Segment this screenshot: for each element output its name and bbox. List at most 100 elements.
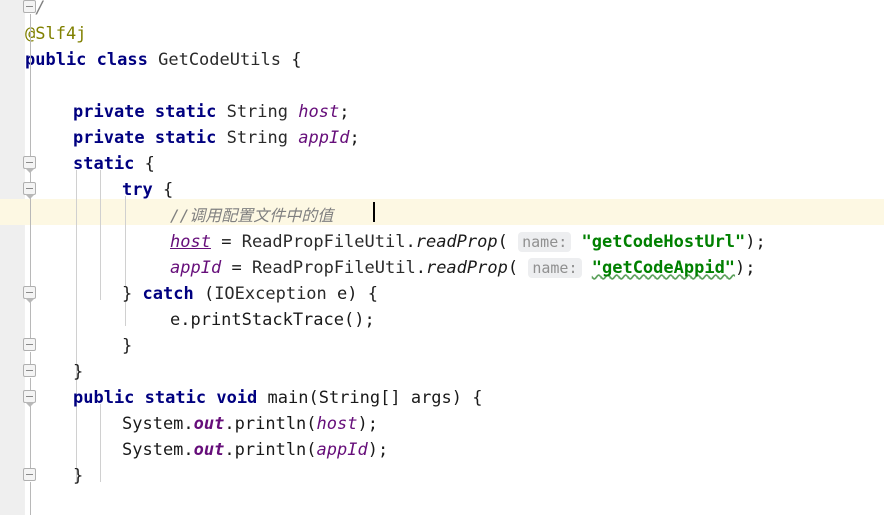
fold-box [23,338,36,351]
method-readprop: readProp [415,232,498,252]
fold-collapse-icon[interactable] [23,338,38,353]
paren-open: ( [507,258,519,278]
paren-close-semicolon: ); [367,440,389,460]
brace-close: } [73,362,84,382]
code-line[interactable]: System.out.println(appId); [122,437,388,463]
code-line[interactable]: } [122,333,132,359]
brace-open: { [162,180,174,200]
param-name-hint[interactable]: name: [528,258,582,278]
paren-open: ( [306,414,317,434]
dot: . [415,258,426,278]
code-line[interactable]: } [73,463,83,489]
fold-collapse-icon[interactable] [23,364,38,379]
code-line[interactable]: static { [73,151,155,177]
fold-collapse-icon[interactable] [23,286,38,303]
code-line[interactable]: e.printStackTrace(); [170,307,375,333]
indent-guide [100,404,101,482]
fold-box [23,156,36,169]
type-ioexception: IOException [214,284,327,304]
fold-box [23,468,36,481]
exception-var: e [337,284,348,304]
code-line[interactable]: @Slf4j [25,21,86,47]
brace-close: } [122,336,133,356]
keyword-try: try [122,180,153,200]
out-field: out [193,440,225,460]
fold-box [23,286,36,299]
code-line[interactable]: //调用配置文件中的值 [170,203,333,229]
brace-open: { [472,388,483,408]
indent-guide [125,196,126,286]
util-class-token: ReadPropFileUtil [241,232,406,252]
keyword-static: static [144,388,207,408]
field-host[interactable]: host [170,232,211,252]
code-line[interactable]: } [73,359,83,385]
fold-collapse-icon[interactable] [23,468,38,483]
code-line[interactable]: public static void main(String[] args) { [73,385,483,411]
dot: . [405,232,416,252]
util-class-token: ReadPropFileUtil [251,258,416,278]
keyword-public: public [25,50,87,70]
brace-open: { [144,154,155,174]
keyword-static: static [73,154,135,174]
println-method: println [234,440,307,460]
brace-close: } [73,466,84,486]
indent-guide [100,170,101,300]
text-caret [373,202,375,222]
keyword-void: void [216,388,258,408]
fold-box [23,0,36,13]
keyword-class: class [96,50,148,70]
paren-close-semicolon: ); [745,232,766,252]
fold-box [23,390,36,403]
string-host-url: "getCodeHostUrl" [581,232,746,252]
brace-close: } [122,284,133,304]
keyword-catch: catch [142,284,194,304]
code-editor[interactable]: */ @Slf4j public class GetCodeUtils { pr… [0,0,884,515]
paren-open: ( [306,440,317,460]
keyword-private: private [73,102,145,122]
code-line[interactable]: private static String host; [73,99,349,125]
method-readprop: readProp [425,258,508,278]
string-app-id: "getCodeAppid" [591,258,736,278]
keyword-public: public [73,388,135,408]
field-appid: appId [316,440,368,460]
brace-open: { [367,284,379,304]
code-line[interactable]: try { [122,177,173,203]
field-host: host [298,102,340,122]
fold-collapse-icon[interactable] [23,0,38,15]
fold-rail [30,300,31,340]
code-line[interactable]: public class GetCodeUtils { [25,47,301,73]
paren-close-semicolon: ); [735,258,756,278]
fold-collapse-icon[interactable] [23,182,38,199]
fold-rail [30,404,31,470]
code-line[interactable]: private static String appId; [73,125,360,151]
paren-close-semicolon: ); [357,414,378,434]
fold-rail [30,196,31,288]
semicolon: ; [339,102,350,122]
code-line[interactable]: host = ReadPropFileUtil.readProp( name: … [170,229,766,255]
code-line[interactable]: appId = ReadPropFileUtil.readProp( name:… [170,255,756,281]
chinese-comment-token: //调用配置文件中的值 [170,206,334,225]
main-method-signature: main(String[] args) [267,388,463,408]
field-appid: appId [298,128,350,148]
dot: . [224,414,235,434]
code-surface[interactable]: */ @Slf4j public class GetCodeUtils { pr… [0,0,884,515]
paren-close: ) [347,284,358,304]
annotation-token: @Slf4j [25,24,87,44]
param-name-hint[interactable]: name: [518,232,572,252]
type-string: String [226,102,288,122]
fold-collapse-icon[interactable] [23,390,38,407]
fold-box [23,182,36,195]
fold-collapse-icon[interactable] [23,156,38,173]
fold-rail [30,14,31,164]
print-stack-trace-call: e.printStackTrace(); [170,310,375,330]
type-string: String [226,128,288,148]
code-line[interactable]: } catch (IOException e) { [122,281,378,307]
indent-guide [76,170,77,482]
fold-rail [30,482,31,515]
keyword-private: private [73,128,145,148]
system-token: System [122,414,184,434]
dot: . [224,440,235,460]
class-name-token: GetCodeUtils [158,50,281,70]
system-token: System [122,440,184,460]
code-line[interactable]: System.out.println(host); [122,411,378,437]
